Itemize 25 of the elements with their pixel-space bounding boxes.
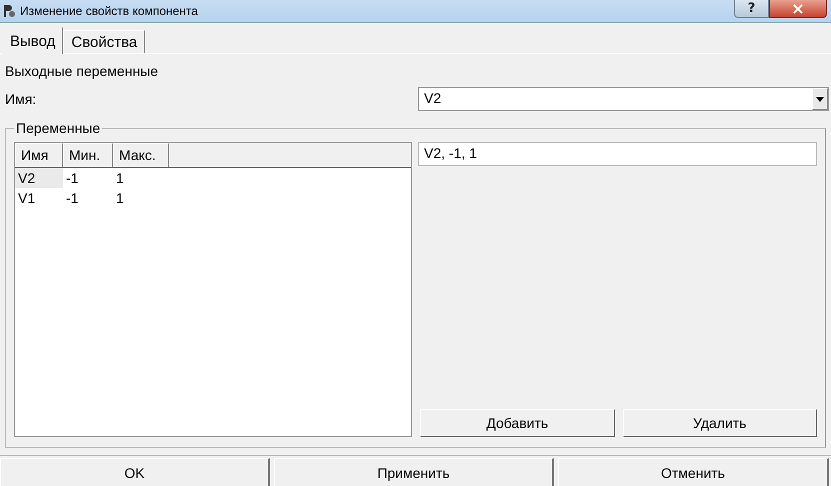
field-label: Имя: [5,91,38,107]
group-title: Переменные [15,120,102,136]
table-cell-text: -1 [65,169,80,188]
table-cell[interactable]: V1 [15,188,63,208]
help-button[interactable]: ? [734,0,769,18]
tab[interactable]: Вывод [2,27,64,54]
tab[interactable]: Свойства [63,30,146,53]
table-cell-text: 1 [115,189,125,208]
caret-icon [816,96,824,102]
table-cell[interactable]: V2 [15,168,63,188]
name-dropdown[interactable]: V2 [418,87,829,111]
window-title: Изменение свойств компонента [20,4,198,18]
column-header[interactable]: Мин. [63,143,113,167]
column-header[interactable]: Макс. [113,143,169,167]
action-button[interactable]: Добавить [420,409,614,437]
input-field[interactable]: V2, -1, 1 [418,142,817,166]
section-label: Выходные переменные [5,63,160,81]
app-icon [2,4,16,18]
dialog-button[interactable]: Применить [274,458,554,486]
table-cell-text: 1 [115,169,125,188]
column-header[interactable]: Имя [15,143,63,167]
table-cell-text: -1 [65,189,80,208]
action-button[interactable]: Удалить [622,409,817,437]
dialog-button[interactable]: Отменить [558,458,829,486]
dialog-button[interactable]: OK [0,458,270,486]
